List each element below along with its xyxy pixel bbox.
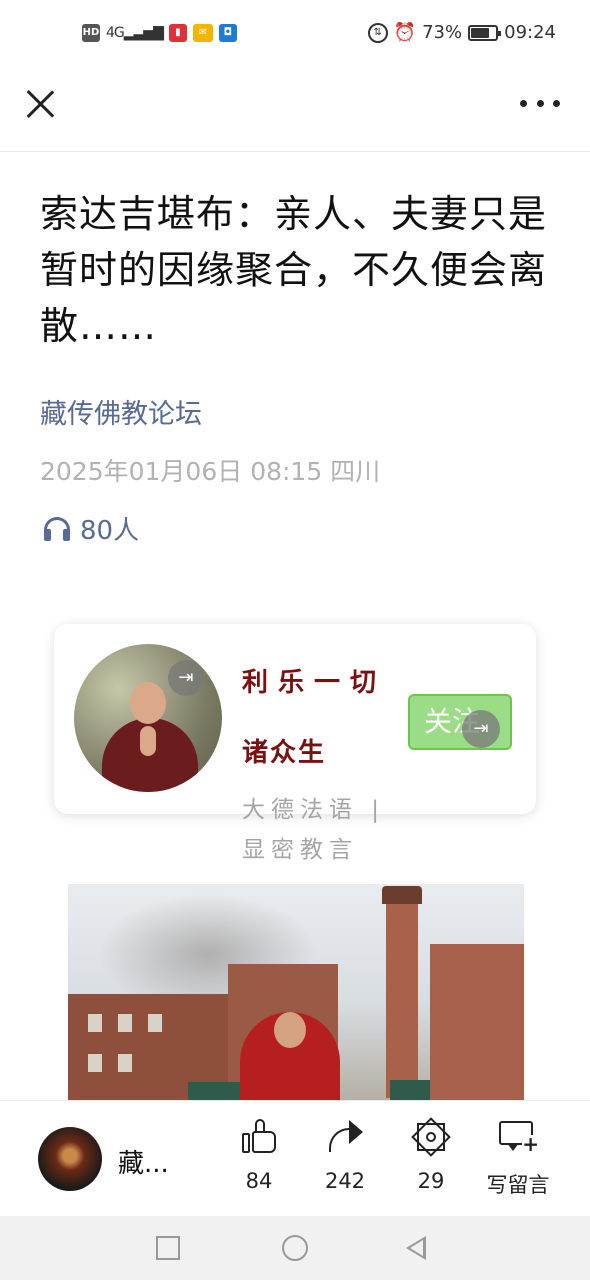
top-nav: [0, 68, 590, 152]
share-button[interactable]: 242: [310, 1119, 380, 1193]
home-icon[interactable]: [282, 1235, 308, 1261]
like-count: 84: [245, 1169, 273, 1193]
status-left: HD 4G▂▃▅▇ ▮ ✉ ◘: [82, 24, 237, 42]
mail-app-icon: ✉: [192, 24, 213, 42]
profile-name-line1: 利乐一切: [242, 668, 387, 698]
profile-name-line2: 诸众生: [242, 738, 327, 768]
thumbs-up-icon: [242, 1119, 276, 1153]
article-image: [68, 884, 524, 1100]
article-title: 索达吉堪布：亲人、夫妻只是暂时的因缘聚合，不久便会离散……: [40, 192, 548, 348]
comment-button[interactable]: + 写留言: [478, 1119, 558, 1199]
profile-description: 大德法语 | 显密教言: [242, 797, 386, 863]
share-count: 242: [324, 1169, 366, 1193]
share-icon: [327, 1120, 363, 1152]
enter-icon: ⇥: [462, 710, 500, 748]
status-right: ⇅ ⏰ 73% 09:24: [367, 22, 556, 43]
recommend-star-icon: [411, 1117, 451, 1157]
battery-percent: 73%: [422, 22, 463, 43]
recommend-button[interactable]: 29: [396, 1117, 466, 1193]
system-nav-bar: [0, 1216, 590, 1280]
close-icon[interactable]: [24, 88, 56, 120]
listen-count-label: 80人: [80, 516, 140, 546]
data-saver-icon: ⇅: [367, 22, 388, 43]
publish-meta: 2025年01月06日 08:15 四川: [40, 457, 381, 486]
account-short-name[interactable]: 藏...: [118, 1143, 169, 1180]
signal-icon: 4G▂▃▅▇: [106, 25, 164, 41]
alarm-icon: ⏰: [393, 22, 417, 43]
listen-count[interactable]: 80人: [44, 510, 139, 547]
more-icon[interactable]: [520, 96, 560, 110]
account-avatar[interactable]: [38, 1127, 102, 1191]
headphone-icon: [44, 516, 70, 541]
network-type: 4G: [106, 25, 125, 41]
hd-icon: HD: [82, 24, 100, 42]
status-bar: HD 4G▂▃▅▇ ▮ ✉ ◘ ⇅ ⏰ 73% 09:24: [0, 0, 590, 68]
enter-icon: ⇥: [168, 660, 204, 696]
comment-label: 写留言: [486, 1173, 550, 1197]
back-icon[interactable]: [406, 1236, 426, 1260]
book-app-icon: ▮: [168, 24, 187, 42]
recents-icon[interactable]: [156, 1236, 180, 1260]
battery-icon: [468, 24, 502, 41]
account-link[interactable]: 藏传佛教论坛: [40, 392, 202, 431]
like-button[interactable]: 84: [224, 1119, 294, 1193]
app-notification-icon: ◘: [218, 24, 237, 42]
clock: 09:24: [504, 22, 556, 43]
comment-icon: +: [499, 1119, 539, 1154]
battery-fill: [471, 27, 490, 38]
recommend-count: 29: [417, 1169, 445, 1193]
profile-card[interactable]: ⇥ 利乐一切 诸众生 大德法语 | 显密教言 关注 ⇥: [54, 624, 536, 863]
bottom-action-bar: 藏... 84 242 29 + 写留言: [0, 1100, 590, 1216]
